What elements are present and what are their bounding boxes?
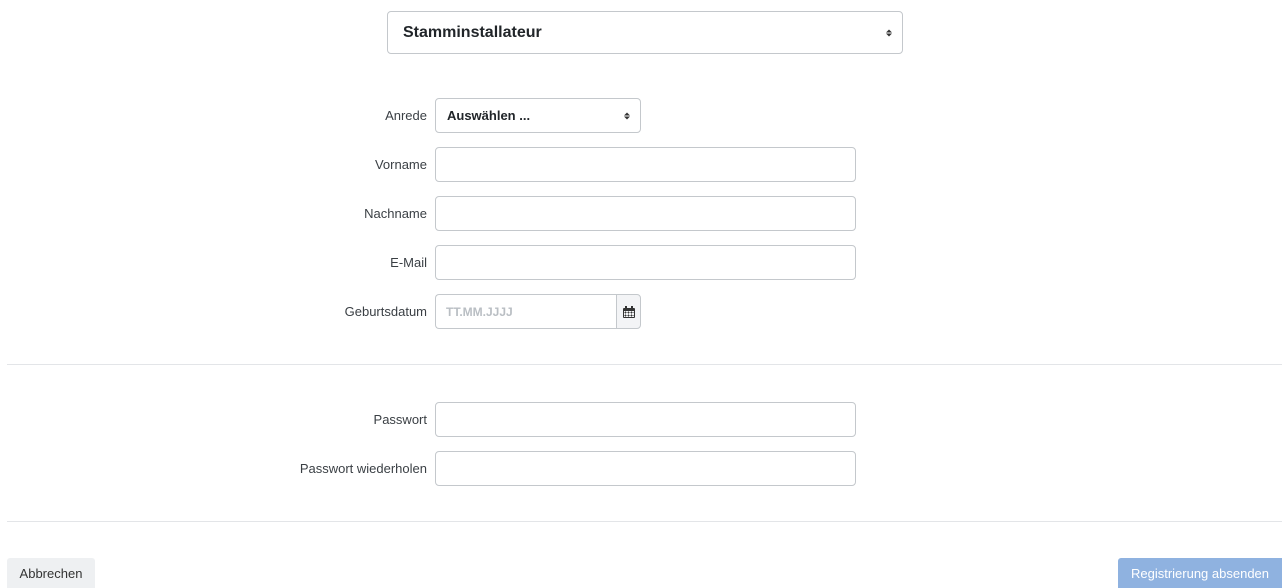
- select-arrows-icon: [886, 29, 892, 36]
- birthdate-group: [435, 294, 641, 329]
- first-name-row: Vorname: [0, 147, 1282, 182]
- email-label: E-Mail: [390, 255, 427, 270]
- role-select-value: Stamminstallateur: [403, 23, 542, 41]
- last-name-label: Nachname: [364, 206, 427, 221]
- select-arrows-icon: [624, 112, 630, 119]
- actions-divider: [7, 521, 1282, 522]
- password-repeat-row: Passwort wiederholen: [0, 451, 1282, 486]
- birthdate-input[interactable]: [435, 294, 616, 329]
- calendar-icon: [622, 305, 635, 318]
- cancel-button[interactable]: Abbrechen: [7, 558, 95, 588]
- calendar-button[interactable]: [616, 294, 641, 329]
- registration-form: Stamminstallateur Anrede Auswählen ... V…: [0, 0, 1282, 588]
- password-repeat-input[interactable]: [435, 451, 856, 486]
- password-repeat-label: Passwort wiederholen: [299, 461, 427, 476]
- first-name-input[interactable]: [435, 147, 856, 182]
- last-name-input[interactable]: [435, 196, 856, 231]
- submit-registration-button[interactable]: Registrierung absenden: [1118, 558, 1282, 588]
- password-label: Passwort: [373, 412, 427, 427]
- role-select[interactable]: Stamminstallateur: [387, 11, 903, 54]
- salutation-row: Anrede Auswählen ...: [0, 98, 1282, 133]
- email-input[interactable]: [435, 245, 856, 280]
- birthdate-row: Geburtsdatum: [0, 294, 1282, 329]
- section-divider: [7, 364, 1282, 365]
- salutation-label: Anrede: [385, 108, 427, 123]
- salutation-select[interactable]: Auswählen ...: [435, 98, 641, 133]
- birthdate-label: Geburtsdatum: [344, 304, 427, 319]
- password-row: Passwort: [0, 402, 1282, 437]
- salutation-select-value: Auswählen ...: [447, 108, 531, 123]
- last-name-row: Nachname: [0, 196, 1282, 231]
- first-name-label: Vorname: [374, 157, 427, 172]
- password-input[interactable]: [435, 402, 856, 437]
- email-row: E-Mail: [0, 245, 1282, 280]
